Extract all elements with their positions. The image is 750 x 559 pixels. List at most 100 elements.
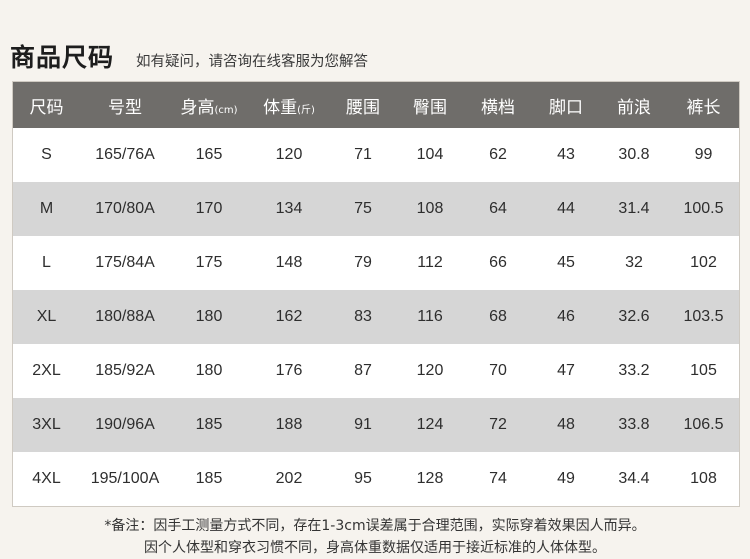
table-cell: 185 — [195, 416, 223, 433]
table-cell: 34.4 — [618, 470, 650, 487]
table-cell: 120 — [275, 146, 303, 163]
table-cell: 47 — [557, 362, 575, 379]
table-cell: 49 — [557, 470, 575, 487]
table-cell: 180 — [195, 362, 223, 379]
column-header-label: 横档 — [481, 97, 515, 118]
column-header-label: 尺码 — [29, 97, 64, 118]
table-cell: L — [42, 254, 51, 271]
table-cell: 70 — [489, 362, 507, 379]
table-cell: 74 — [489, 470, 507, 487]
table-row: M 170/80A 170 134 75 108 64 44 31.4 100.5 — [13, 182, 739, 236]
table-cell: 83 — [354, 308, 372, 325]
table-cell: 79 — [354, 254, 372, 271]
size-table: 尺码 号型 身高(cm) 体重(斤) 腰围 臀围 横档 脚口 前浪 裤长 S 165/76A 165 1… — [13, 82, 739, 506]
table-cell: 31.4 — [618, 200, 650, 217]
table-cell: 72 — [489, 416, 507, 433]
table-cell: 120 — [416, 362, 444, 379]
table-cell: 148 — [275, 254, 303, 271]
column-header-label: 脚口 — [549, 97, 583, 118]
table-cell: 68 — [489, 308, 507, 325]
page-subtitle: 如有疑问，请咨询在线客服为您解答 — [136, 54, 369, 70]
footnote: *备注：因手工测量方式不同，存在1-3cm误差属于合理范围，实际穿着效果因人而异… — [0, 515, 750, 559]
table-cell: M — [39, 200, 54, 217]
footnote-line-1: *备注：因手工测量方式不同，存在1-3cm误差属于合理范围，实际穿着效果因人而异… — [104, 518, 646, 534]
column-header: 身高(cm) — [170, 82, 248, 128]
column-header-unit: (斤) — [297, 104, 315, 116]
table-cell: 66 — [489, 254, 507, 271]
table-cell: 95 — [354, 470, 372, 487]
table-cell: 185 — [195, 470, 223, 487]
column-header-label: 前浪 — [617, 97, 651, 118]
table-cell: 190/96A — [95, 416, 155, 433]
table-cell: 4XL — [32, 470, 61, 487]
table-cell: 33.8 — [618, 416, 650, 433]
table-cell: 32.6 — [618, 308, 650, 325]
table-cell: 116 — [417, 308, 443, 325]
footnote-line-2: 因个人体型和穿衣习惯不同，身高体重数据仅适用于接近标准的人体体型。 — [144, 540, 606, 556]
table-cell: 108 — [690, 470, 717, 487]
column-header: 脚口 — [532, 82, 600, 128]
column-header: 腰围 — [330, 82, 396, 128]
table-cell: 195/100A — [90, 470, 160, 487]
table-cell: 99 — [694, 146, 713, 163]
table-cell: S — [41, 146, 52, 163]
column-header: 前浪 — [600, 82, 668, 128]
table-cell: 180/88A — [95, 308, 155, 325]
table-cell: 170/80A — [95, 200, 155, 217]
table-cell: 175 — [195, 254, 223, 271]
table-cell: 108 — [416, 200, 444, 217]
table-cell: 75 — [354, 200, 372, 217]
table-cell: 134 — [275, 200, 303, 217]
column-header: 尺码 — [13, 82, 80, 128]
column-header-label: 身高 — [180, 97, 215, 118]
column-header-label: 裤长 — [686, 97, 721, 118]
column-header: 横档 — [464, 82, 532, 128]
column-header-unit: (cm) — [214, 104, 238, 116]
table-row: S 165/76A 165 120 71 104 62 43 30.8 99 — [13, 128, 739, 182]
table-cell: 44 — [557, 200, 575, 217]
table-cell: 103.5 — [683, 308, 724, 325]
table-cell: 202 — [275, 470, 303, 487]
page-title: 商品尺码 — [10, 43, 115, 72]
table-cell: 71 — [354, 146, 372, 163]
column-header: 臀围 — [396, 82, 464, 128]
table-cell: 46 — [557, 308, 575, 325]
column-header-label: 体重 — [263, 97, 298, 118]
table-cell: 180 — [195, 308, 223, 325]
table-cell: 185/92A — [95, 362, 155, 379]
page-header: 商品尺码 如有疑问，请咨询在线客服为您解答 — [10, 38, 368, 72]
table-cell: 124 — [416, 416, 444, 433]
table-row: 4XL 195/100A 185 202 95 128 74 49 34.4 108 — [13, 452, 739, 506]
table-cell: 105 — [690, 362, 717, 379]
table-cell: 43 — [557, 146, 575, 163]
table-cell: XL — [36, 308, 57, 325]
column-header: 体重(斤) — [248, 82, 330, 128]
table-cell: 64 — [489, 200, 507, 217]
table-cell: 102 — [690, 254, 717, 271]
table-row: L 175/84A 175 148 79 112 66 45 32 102 — [13, 236, 739, 290]
column-header-label: 腰围 — [346, 97, 380, 118]
table-cell: 106.5 — [683, 416, 724, 433]
table-cell: 170 — [195, 200, 223, 217]
column-header: 号型 — [80, 82, 170, 128]
table-cell: 104 — [416, 146, 444, 163]
table-row: 2XL 185/92A 180 176 87 120 70 47 33.2 105 — [13, 344, 739, 398]
size-chart: 尺码 号型 身高(cm) 体重(斤) 腰围 臀围 横档 脚口 前浪 裤长 S 165/76A 165 1… — [12, 81, 740, 507]
table-cell: 48 — [557, 416, 575, 433]
column-header-label: 号型 — [108, 97, 142, 118]
table-cell: 87 — [354, 362, 372, 379]
table-cell: 62 — [489, 146, 507, 163]
table-cell: 175/84A — [95, 254, 155, 271]
table-cell: 165/76A — [95, 146, 155, 163]
table-cell: 33.2 — [618, 362, 650, 379]
table-cell: 188 — [275, 416, 303, 433]
table-cell: 32 — [625, 254, 643, 271]
table-cell: 162 — [275, 308, 303, 325]
table-cell: 91 — [354, 416, 372, 433]
table-cell: 165 — [195, 146, 223, 163]
table-cell: 112 — [417, 254, 443, 271]
table-row: XL 180/88A 180 162 83 116 68 46 32.6 103.5 — [13, 290, 739, 344]
table-cell: 2XL — [32, 362, 61, 379]
table-cell: 100.5 — [683, 200, 724, 217]
table-row: 3XL 190/96A 185 188 91 124 72 48 33.8 106.5 — [13, 398, 739, 452]
